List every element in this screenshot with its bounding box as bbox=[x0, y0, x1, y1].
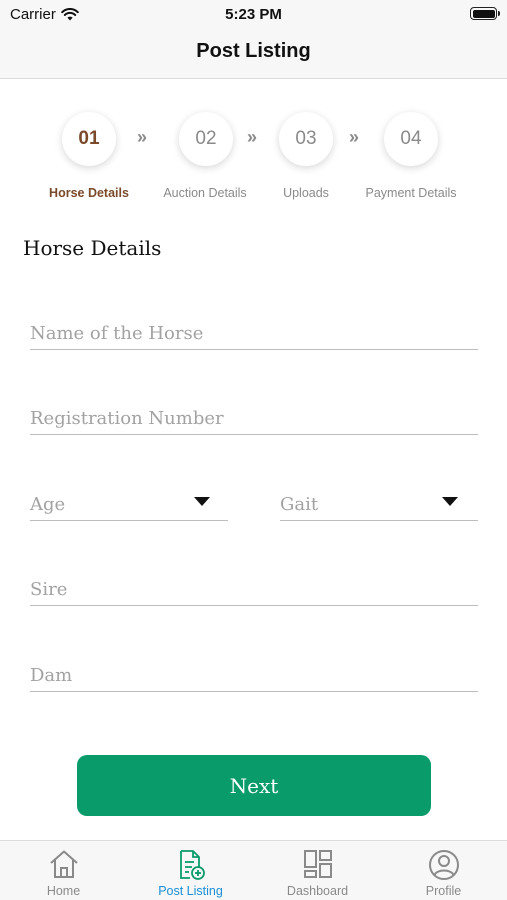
tab-post-listing-label: Post Listing bbox=[158, 884, 223, 898]
step-separator-3: » bbox=[349, 127, 359, 147]
horse-name-placeholder: Name of the Horse bbox=[30, 323, 204, 344]
step-1-circle[interactable]: 01 bbox=[62, 112, 116, 166]
step-separator-2: » bbox=[247, 127, 257, 147]
step-2-circle[interactable]: 02 bbox=[179, 112, 233, 166]
next-button[interactable]: Next bbox=[77, 755, 431, 816]
step-separator-1: » bbox=[137, 127, 147, 147]
step-4-circle[interactable]: 04 bbox=[384, 112, 438, 166]
step-2-label: Auction Details bbox=[163, 186, 247, 200]
age-dropdown-arrow-icon bbox=[194, 497, 210, 506]
gait-placeholder: Gait bbox=[280, 494, 319, 515]
step-3-circle[interactable]: 03 bbox=[279, 112, 333, 166]
dam-placeholder: Dam bbox=[30, 665, 73, 686]
page-title: Post Listing bbox=[196, 40, 311, 62]
dam-field[interactable]: Dam bbox=[30, 656, 478, 692]
gait-dropdown-arrow-icon bbox=[442, 497, 458, 506]
sire-field[interactable]: Sire bbox=[30, 570, 478, 606]
dashboard-icon bbox=[303, 850, 332, 878]
home-icon bbox=[49, 850, 78, 878]
battery-icon bbox=[470, 7, 500, 20]
tab-profile-label: Profile bbox=[425, 884, 462, 898]
tab-post-listing[interactable]: Post Listing bbox=[127, 841, 254, 900]
step-4-label: Payment Details bbox=[365, 186, 457, 200]
section-title: Horse Details bbox=[23, 236, 162, 260]
registration-number-field[interactable]: Registration Number bbox=[30, 399, 478, 435]
age-dropdown[interactable]: Age bbox=[30, 485, 228, 521]
registration-number-placeholder: Registration Number bbox=[30, 408, 224, 429]
tab-dashboard-label: Dashboard bbox=[286, 884, 349, 898]
navigation-bar: Post Listing bbox=[0, 30, 507, 79]
status-bar: Carrier 5:23 PM bbox=[0, 0, 507, 30]
tab-profile[interactable]: Profile bbox=[380, 841, 507, 900]
tab-home-label: Home bbox=[46, 884, 81, 898]
gait-dropdown[interactable]: Gait bbox=[280, 485, 478, 521]
step-1-label: Horse Details bbox=[49, 186, 129, 200]
tab-bar: Home Post Listing Dashboard Profile bbox=[0, 840, 507, 900]
age-placeholder: Age bbox=[30, 494, 66, 515]
step-3-label: Uploads bbox=[283, 186, 329, 200]
sire-placeholder: Sire bbox=[30, 579, 68, 600]
tab-dashboard[interactable]: Dashboard bbox=[254, 841, 381, 900]
status-time: 5:23 PM bbox=[225, 6, 282, 23]
tab-home[interactable]: Home bbox=[0, 841, 127, 900]
profile-icon bbox=[428, 850, 459, 880]
post-listing-icon bbox=[179, 850, 205, 880]
horse-name-field[interactable]: Name of the Horse bbox=[30, 314, 478, 350]
